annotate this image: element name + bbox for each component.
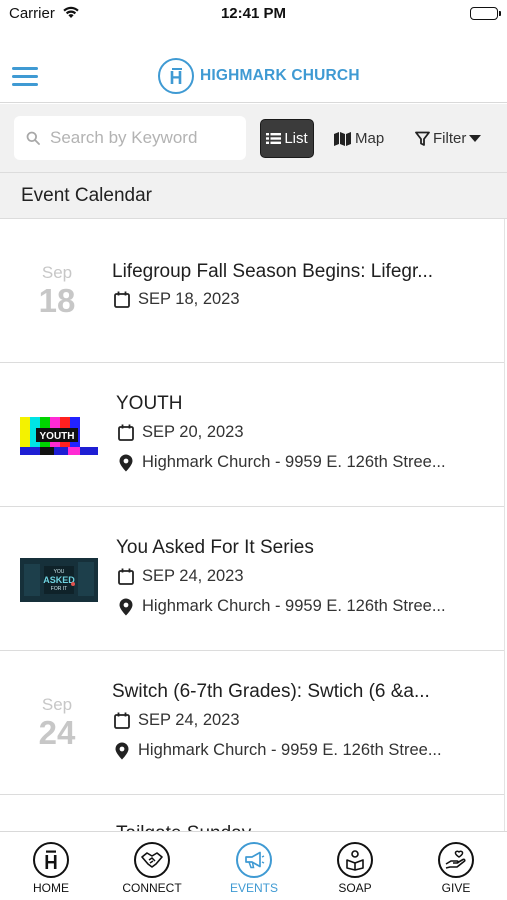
event-location-text: Highmark Church - 9959 E. 126th Stree... bbox=[142, 453, 446, 471]
event-date: SEP 24, 2023 bbox=[118, 567, 244, 586]
tab-label: GIVE bbox=[441, 881, 471, 895]
filter-label: Filter bbox=[433, 130, 467, 147]
event-title: Switch (6-7th Grades): Swtich (6 &a... bbox=[112, 681, 430, 702]
event-location: Highmark Church - 9959 E. 126th Stree... bbox=[114, 741, 474, 760]
date-badge-month: Sep bbox=[41, 695, 73, 714]
giving-hand-icon bbox=[438, 842, 474, 878]
status-bar: Carrier 12:41 PM bbox=[0, 0, 507, 30]
calendar-icon bbox=[114, 291, 130, 308]
brand-name: HIGHMARK CHURCH bbox=[200, 67, 360, 84]
tab-label: SOAP bbox=[338, 881, 372, 895]
event-date-text: SEP 18, 2023 bbox=[138, 290, 240, 308]
event-date-text: SEP 20, 2023 bbox=[142, 423, 244, 441]
thumbnail-caption: ASKED bbox=[43, 575, 75, 585]
date-badge-day: 24 bbox=[38, 714, 76, 751]
tab-events[interactable]: EVENTS bbox=[209, 842, 299, 895]
date-badge-month: Sep bbox=[41, 263, 73, 282]
event-location: Highmark Church - 9959 E. 126th Stree... bbox=[118, 597, 478, 616]
event-item[interactable]: YOUTH YOUTH SEP 20, 2023 Highmark Church… bbox=[0, 363, 504, 507]
battery-icon bbox=[470, 7, 501, 20]
date-badge: Sep 18 bbox=[22, 263, 92, 320]
brand-logo: H HIGHMARK CHURCH bbox=[158, 57, 360, 95]
list-view-label: List bbox=[284, 130, 308, 147]
event-date: SEP 18, 2023 bbox=[114, 290, 240, 309]
list-icon bbox=[266, 133, 282, 144]
location-pin-icon bbox=[119, 598, 133, 615]
search-icon bbox=[26, 131, 40, 145]
tab-home[interactable]: HOME bbox=[6, 842, 96, 895]
tab-label: EVENTS bbox=[229, 881, 278, 895]
chevron-down-icon bbox=[469, 135, 482, 142]
section-title: Event Calendar bbox=[21, 185, 152, 206]
tab-label: HOME bbox=[33, 881, 69, 895]
event-title: YOUTH bbox=[116, 393, 183, 414]
clock: 12:41 PM bbox=[220, 5, 287, 22]
map-view-label: Map bbox=[355, 130, 385, 147]
tab-bar: HOME CONNECT EVENTS SOAP GIVE bbox=[0, 831, 507, 900]
date-badge-day: 18 bbox=[38, 282, 76, 319]
tab-connect[interactable]: CONNECT bbox=[107, 842, 197, 895]
app-header: H HIGHMARK CHURCH bbox=[0, 30, 507, 103]
section-header: Event Calendar bbox=[0, 173, 507, 219]
brand-mark-letter: H bbox=[169, 67, 183, 88]
event-title: You Asked For It Series bbox=[116, 537, 314, 558]
search-input[interactable] bbox=[50, 128, 240, 148]
event-item[interactable]: Sep 18 Lifegroup Fall Season Begins: Lif… bbox=[0, 219, 504, 363]
megaphone-icon bbox=[236, 842, 272, 878]
event-location-text: Highmark Church - 9959 E. 126th Stree... bbox=[138, 741, 442, 759]
filter-button[interactable]: Filter bbox=[415, 119, 482, 158]
event-title: Lifegroup Fall Season Begins: Lifegr... bbox=[112, 261, 434, 282]
event-item[interactable]: YOU ASKED FOR IT You Asked For It Series… bbox=[0, 507, 504, 651]
event-date: SEP 20, 2023 bbox=[118, 423, 244, 442]
location-pin-icon bbox=[115, 742, 129, 759]
calendar-icon bbox=[114, 712, 130, 729]
svg-text:FOR IT: FOR IT bbox=[51, 586, 67, 592]
location-pin-icon bbox=[119, 454, 133, 471]
search-box[interactable] bbox=[14, 116, 246, 160]
event-item[interactable]: Sep 24 Switch (6-7th Grades): Swtich (6 … bbox=[0, 651, 504, 795]
event-location: Highmark Church - 9959 E. 126th Stree... bbox=[118, 453, 478, 472]
thumbnail-caption: YOUTH bbox=[40, 431, 75, 442]
event-title: Tailgate Sunday bbox=[116, 823, 476, 831]
event-thumbnail: YOU ASKED FOR IT bbox=[20, 558, 98, 602]
event-date-text: SEP 24, 2023 bbox=[142, 567, 244, 585]
funnel-icon bbox=[415, 131, 430, 146]
event-item[interactable]: Tailgate Sunday bbox=[0, 795, 504, 831]
menu-icon[interactable] bbox=[12, 67, 40, 87]
home-logo-icon bbox=[33, 842, 69, 878]
date-badge: Sep 24 bbox=[22, 695, 92, 752]
event-location-text: Highmark Church - 9959 E. 126th Stree... bbox=[142, 597, 446, 615]
event-list[interactable]: Sep 18 Lifegroup Fall Season Begins: Lif… bbox=[0, 219, 505, 831]
map-icon bbox=[334, 131, 351, 146]
filter-toolbar: List Map Filter bbox=[0, 104, 507, 173]
reading-person-icon bbox=[337, 842, 373, 878]
tab-soap[interactable]: SOAP bbox=[310, 842, 400, 895]
event-thumbnail: YOUTH bbox=[20, 414, 98, 458]
event-date-text: SEP 24, 2023 bbox=[138, 711, 240, 729]
calendar-icon bbox=[118, 424, 134, 441]
church-logo-icon: H bbox=[158, 58, 194, 94]
handshake-icon bbox=[134, 842, 170, 878]
tab-label: CONNECT bbox=[122, 881, 182, 895]
calendar-icon bbox=[118, 568, 134, 585]
list-view-button[interactable]: List bbox=[260, 119, 314, 158]
tab-give[interactable]: GIVE bbox=[411, 842, 501, 895]
map-view-button[interactable]: Map bbox=[334, 119, 384, 158]
event-date: SEP 24, 2023 bbox=[114, 711, 240, 730]
